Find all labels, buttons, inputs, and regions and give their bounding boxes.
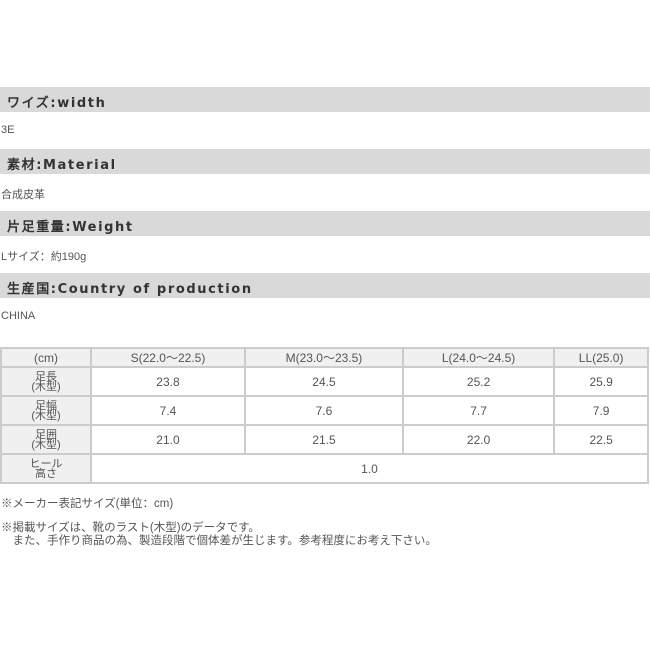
table-row: 足幅 (木型) 7.4 7.6 7.7 7.9 xyxy=(0,395,649,426)
table-row: 足囲 (木型) 21.0 21.5 22.0 22.5 xyxy=(0,424,649,455)
table-cell: 21.0 xyxy=(90,424,246,455)
row-label: 足長 (木型) xyxy=(0,366,92,397)
disclaimer-line1: ※掲載サイズは、靴のラスト(木型)のデータです。 xyxy=(1,522,260,534)
table-cell: 22.5 xyxy=(553,424,649,455)
row-label: ヒール 高さ xyxy=(0,453,92,484)
size-column-header: M(23.0〜23.5) xyxy=(243,347,404,368)
section-header-width: ワイズ:width xyxy=(0,87,650,112)
table-cell: 7.7 xyxy=(401,395,556,426)
section-header-material: 素材:Material xyxy=(0,149,650,174)
disclaimer-line2: また、手作り商品の為、製造段階で個体差が生じます。参考程度にお考え下さい。 xyxy=(1,535,437,547)
row-label: 足幅 (木型) xyxy=(0,395,92,426)
table-cell: 7.9 xyxy=(553,395,649,426)
row-label-line1: 足幅 xyxy=(35,399,57,412)
row-label-line2: (木型) xyxy=(31,409,61,422)
table-cell: 24.5 xyxy=(243,366,404,397)
table-row: 足長 (木型) 23.8 24.5 25.2 25.9 xyxy=(0,366,649,397)
row-label-line1: ヒール xyxy=(29,457,63,470)
size-table-header-row: (cm) S(22.0〜22.5) M(23.0〜23.5) L(24.0〜24… xyxy=(0,347,649,368)
size-column-header: LL(25.0) xyxy=(553,347,649,368)
table-row-heel: ヒール 高さ 1.0 xyxy=(0,453,649,484)
heel-height-cell: 1.0 xyxy=(90,453,649,484)
section-heading: 素材:Material xyxy=(7,158,117,173)
table-cell: 25.2 xyxy=(401,366,556,397)
size-table-corner: (cm) xyxy=(0,347,92,368)
table-cell: 23.8 xyxy=(90,366,246,397)
section-value-width: 3E xyxy=(1,124,15,136)
section-value-country: CHINA xyxy=(1,310,36,322)
row-label-line2: 高さ xyxy=(35,467,57,480)
row-label-line1: 足囲 xyxy=(35,428,57,441)
row-label-line1: 足長 xyxy=(35,370,57,383)
section-header-country: 生産国:Country of production xyxy=(0,273,650,298)
section-heading: ワイズ:width xyxy=(7,96,107,111)
size-column-header: S(22.0〜22.5) xyxy=(90,347,246,368)
section-heading: 片足重量:Weight xyxy=(7,220,134,235)
size-table: (cm) S(22.0〜22.5) M(23.0〜23.5) L(24.0〜24… xyxy=(0,347,649,484)
section-value-material: 合成皮革 xyxy=(1,189,45,201)
section-value-weight: Lサイズ：約190g xyxy=(1,251,87,263)
table-cell: 7.4 xyxy=(90,395,246,426)
section-header-weight: 片足重量:Weight xyxy=(0,211,650,236)
row-label: 足囲 (木型) xyxy=(0,424,92,455)
row-label-line2: (木型) xyxy=(31,380,61,393)
table-cell: 7.6 xyxy=(243,395,404,426)
row-label-line2: (木型) xyxy=(31,438,61,451)
section-heading: 生産国:Country of production xyxy=(7,282,253,297)
size-column-header: L(24.0〜24.5) xyxy=(401,347,556,368)
table-cell: 21.5 xyxy=(243,424,404,455)
table-cell: 22.0 xyxy=(401,424,556,455)
unit-note: ※メーカー表記サイズ(単位：cm) xyxy=(1,498,174,510)
table-cell: 25.9 xyxy=(553,366,649,397)
